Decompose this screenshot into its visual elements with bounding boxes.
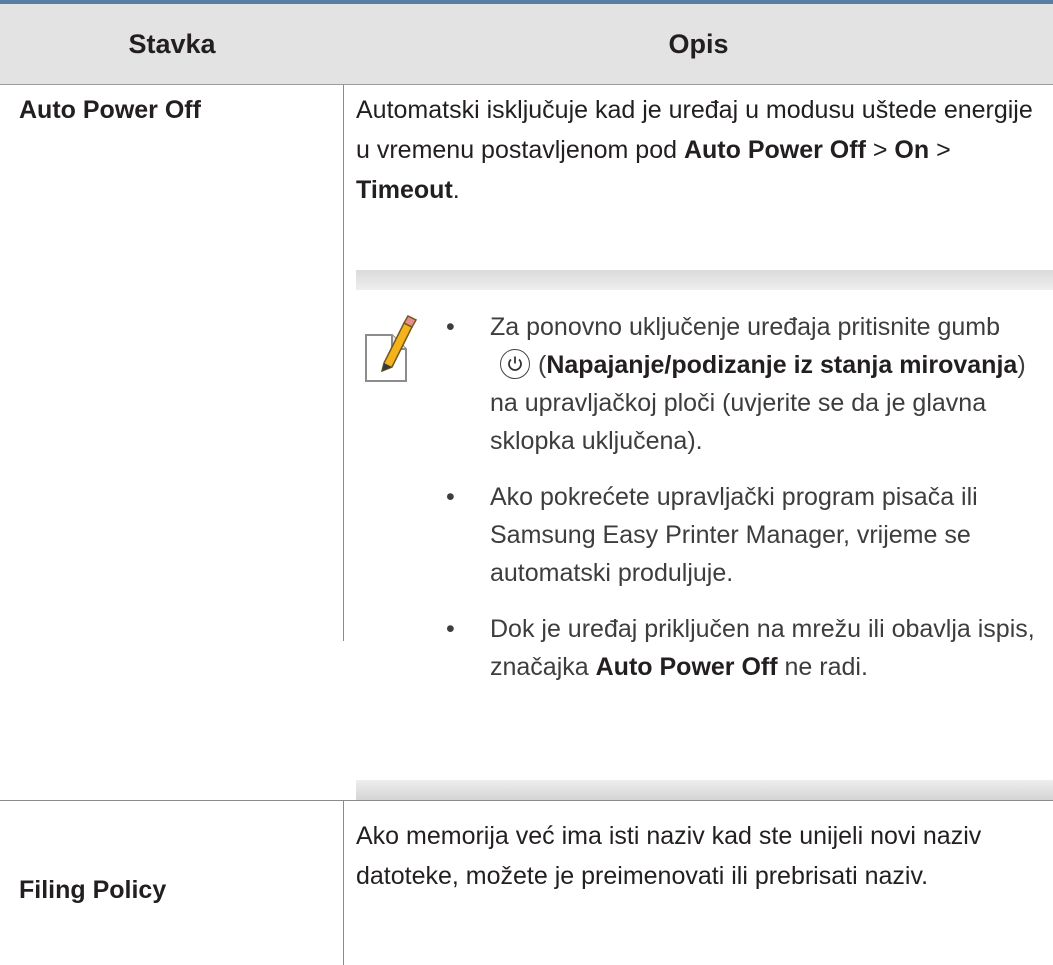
bullet: • <box>446 615 455 643</box>
header-stavka: Stavka <box>128 28 216 59</box>
note-box: • Za ponovno uključenje uređaja pritisni… <box>356 270 1053 800</box>
term-auto-power-off: Auto Power Off <box>19 96 201 124</box>
table-header: Stavka Opis <box>0 4 1053 85</box>
note-band-top <box>356 270 1053 290</box>
desc-filing-policy: Ako memorija već ima isti naziv kad ste … <box>356 822 982 890</box>
term-filing-policy: Filing Policy <box>19 876 167 904</box>
bullet: • <box>446 483 455 511</box>
header-opis: Opis <box>668 28 729 59</box>
power-icon <box>500 349 530 380</box>
column-divider-lower <box>343 800 344 965</box>
note-item: • Ako pokrećete upravljački program pisa… <box>434 478 1049 592</box>
note-item: • Dok je uređaj priključen na mrežu ili … <box>434 610 1049 686</box>
desc-auto-power-off: Automatski isključuje kad je uređaj u mo… <box>356 96 1033 204</box>
bullet: • <box>446 313 455 341</box>
note-list: • Za ponovno uključenje uređaja pritisni… <box>434 308 1049 704</box>
row-divider <box>0 800 1053 801</box>
note-band-bottom <box>356 780 1053 800</box>
column-divider <box>343 85 344 641</box>
note-pencil-icon <box>360 315 430 387</box>
note-item: • Za ponovno uključenje uređaja pritisni… <box>434 308 1049 460</box>
